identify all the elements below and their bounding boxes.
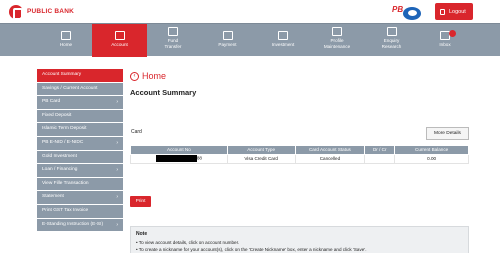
logo-mark-icon <box>9 4 23 20</box>
nav-fund-transfer[interactable]: Fund Transfer <box>147 24 199 57</box>
nav-enquiry-label: Enquiry Research <box>381 38 402 49</box>
payment-icon <box>222 31 233 40</box>
nav-inbox-label: Inbox <box>439 42 451 47</box>
logout-label: Logout <box>449 8 466 15</box>
print-button[interactable]: Print <box>130 196 151 207</box>
note-box: Note • To view account details, click on… <box>130 226 469 253</box>
sidebar-item-label: PB E-NID / E-NIDC <box>42 139 84 145</box>
sidebar-item-view-transaction[interactable]: View Fille Transaction <box>37 177 123 191</box>
account-no-cell[interactable]: 88 <box>130 153 228 164</box>
sidebar-item-islamic-term-deposit[interactable]: Islamic Term Deposit <box>37 123 123 136</box>
sidebar-item-e-standing-instruction[interactable]: E-Standing Instruction (E-SI) › <box>37 218 123 232</box>
transfer-icon <box>168 27 178 36</box>
sidebar-item-label: Statement <box>42 194 64 200</box>
chevron-right-icon: › <box>116 167 118 174</box>
table-row: 88 Visa Credit Card Cancelled 0.00 <box>130 153 469 164</box>
investment-icon <box>278 31 288 40</box>
public-bank-logo[interactable]: PUBLIC BANK <box>9 4 74 20</box>
account-type-cell: Visa Credit Card <box>226 153 296 164</box>
sidebar-item-label: E-Standing Instruction (E-SI) <box>42 221 104 227</box>
sidebar-item-e-nid[interactable]: PB E-NID / E-NIDC › <box>37 136 123 150</box>
profile-icon <box>332 27 342 36</box>
logout-button[interactable]: Logout <box>435 3 473 20</box>
nav-inbox[interactable]: Inbox <box>419 24 471 57</box>
nav-payment[interactable]: Payment <box>199 24 256 57</box>
sidebar-item-label: Account Summary <box>42 72 82 77</box>
brand-name: PUBLIC BANK <box>27 8 74 15</box>
status-cell: Cancelled <box>294 153 366 164</box>
home-icon <box>61 31 71 40</box>
nav-account-label: Account <box>111 42 128 47</box>
nav-payment-label: Payment <box>218 42 237 47</box>
nav-profile-label: Profile Maintenance <box>323 38 351 49</box>
balance-cell: 0.00 <box>394 153 469 164</box>
lock-icon <box>440 8 445 15</box>
top-header: PUBLIC BANK PB Logout <box>0 0 500 23</box>
section-label-card: Card <box>131 129 142 135</box>
nav-enquiry-research[interactable]: Enquiry Research <box>364 24 419 57</box>
home-link[interactable]: ‹ Home <box>130 71 166 81</box>
main-nav: Home Account Fund Transfer Payment Inves… <box>0 23 500 57</box>
account-no-suffix: 88 <box>196 155 202 161</box>
column-header-balance: Current Balance <box>394 145 469 155</box>
drcr-cell <box>364 153 396 164</box>
chevron-right-icon: › <box>116 194 118 201</box>
chevron-right-icon: › <box>116 139 118 146</box>
sidebar-item-label: Gold Investment <box>42 153 77 159</box>
sidebar-item-label: Loan / Financing <box>42 167 78 173</box>
column-header-status: Card Account Status <box>294 145 366 155</box>
table-header-row: Account No Account Type Card Account Sta… <box>130 145 469 155</box>
nav-profile-maintenance[interactable]: Profile Maintenance <box>310 24 364 57</box>
nav-fund-transfer-label: Fund Transfer <box>164 38 182 49</box>
nav-investment[interactable]: Investment <box>256 24 310 57</box>
account-sidebar: Account Summary Savings / Current Accoun… <box>37 69 123 232</box>
sidebar-item-gst-invoice[interactable]: Print GST Tax Invoice <box>37 204 123 218</box>
sidebar-item-label: Savings / Current Account <box>42 85 98 91</box>
column-header-account-no: Account No <box>130 145 228 155</box>
column-header-account-type: Account Type <box>226 145 296 155</box>
sidebar-item-gold-investment[interactable]: Gold Investment <box>37 150 123 164</box>
more-details-button[interactable]: More Details <box>426 127 469 140</box>
redacted-account-number <box>155 155 197 162</box>
page-title: Account Summary <box>130 88 197 97</box>
sidebar-item-statement[interactable]: Statement › <box>37 191 123 204</box>
column-header-drcr: Dr / Cr <box>364 145 396 155</box>
nav-account[interactable]: Account <box>92 24 147 57</box>
chevron-right-icon: › <box>116 221 118 228</box>
inbox-badge-icon <box>449 30 456 37</box>
chevron-right-icon: › <box>116 99 118 106</box>
sidebar-item-loan-financing[interactable]: Loan / Financing › <box>37 164 123 177</box>
sidebar-item-label: Print GST Tax Invoice <box>42 207 89 213</box>
pb-engage-logo: PB <box>392 3 422 21</box>
sidebar-item-label: PB Card <box>42 99 61 105</box>
enquiry-icon <box>386 27 397 36</box>
nav-investment-label: Investment <box>271 42 295 47</box>
swoosh-icon <box>403 7 421 20</box>
sidebar-item-label: View Fille Transaction <box>42 180 89 186</box>
sidebar-item-pb-card[interactable]: PB Card › <box>37 96 123 109</box>
note-title: Note <box>136 231 148 237</box>
note-line: • To create a nickname for your account(… <box>136 246 367 252</box>
sidebar-item-fixed-deposit[interactable]: Fixed Deposit <box>37 109 123 123</box>
nav-home-label: Home <box>59 42 73 47</box>
sidebar-item-savings-current[interactable]: Savings / Current Account <box>37 82 123 96</box>
back-arrow-icon: ‹ <box>130 71 139 81</box>
home-link-label: Home <box>142 71 167 81</box>
account-table: Account No Account Type Card Account Sta… <box>130 145 469 164</box>
nav-home[interactable]: Home <box>40 24 92 57</box>
document-icon <box>114 31 125 40</box>
sidebar-item-account-summary[interactable]: Account Summary <box>37 69 123 82</box>
sidebar-item-label: Fixed Deposit <box>42 112 72 118</box>
sidebar-item-label: Islamic Term Deposit <box>42 126 87 132</box>
pb-badge-text: PB <box>392 5 404 14</box>
